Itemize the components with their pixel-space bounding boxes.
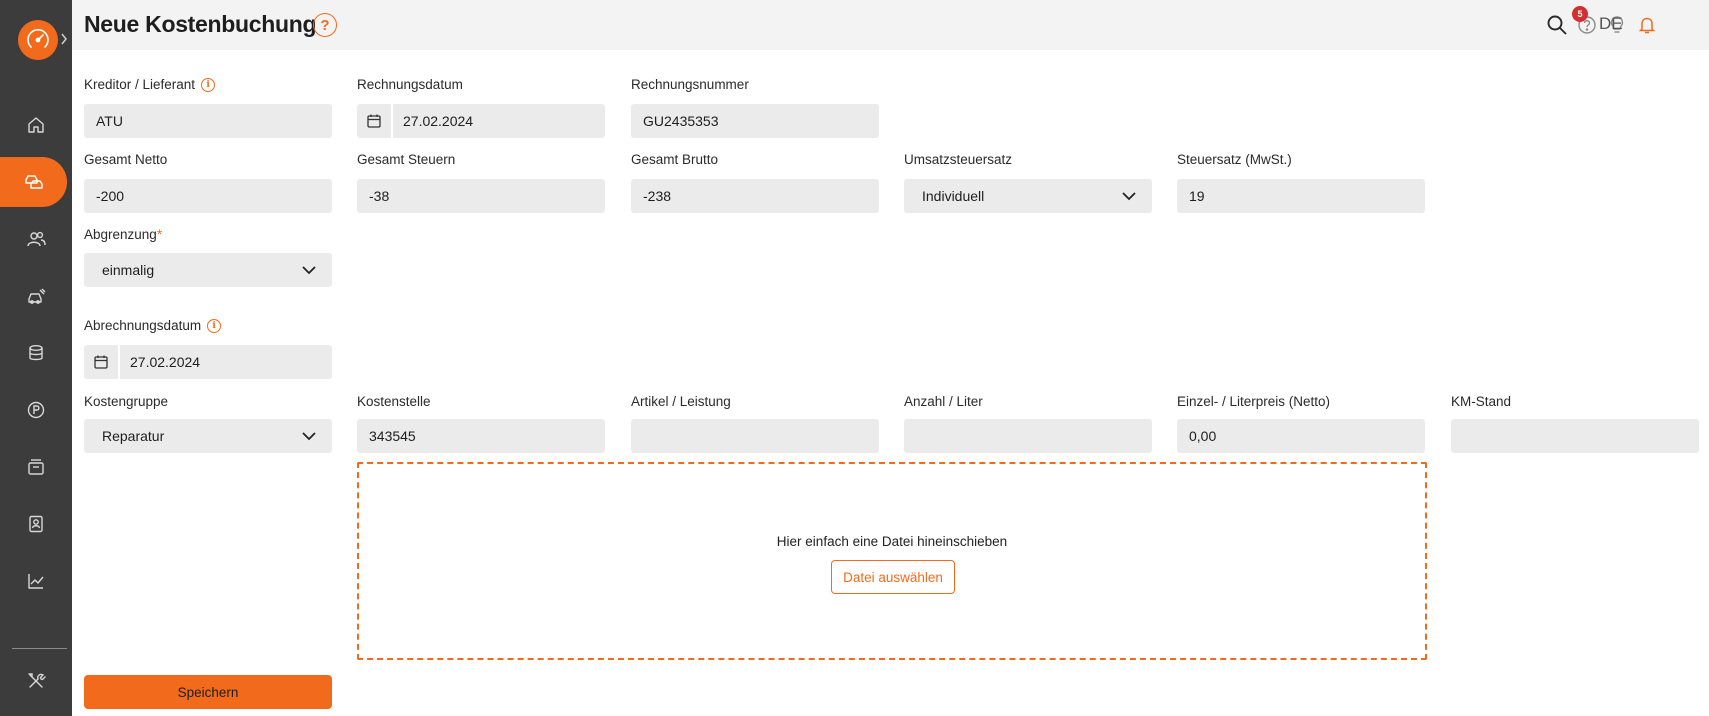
abrechnungsdatum-label: Abrechnungsdatum i	[84, 318, 222, 333]
chevron-down-icon	[302, 431, 316, 440]
file-dropzone[interactable]: Hier einfach eine Datei hineinschieben D…	[357, 462, 1427, 660]
abgrenzung-label: Abgrenzung *	[84, 227, 163, 242]
gesamt-netto-label: Gesamt Netto	[84, 152, 168, 167]
artikel-label: Artikel / Leistung	[631, 394, 731, 409]
sidebar-item-tools[interactable]	[0, 656, 72, 706]
sidebar-item-parking[interactable]	[0, 385, 72, 435]
steuersatz-label: Steuersatz (MwSt.)	[1177, 152, 1292, 167]
users-icon	[27, 231, 46, 247]
umsatzsteuersatz-select[interactable]: Individuell	[904, 179, 1152, 213]
km-stand-field[interactable]	[1451, 419, 1699, 453]
chart-icon	[28, 574, 44, 589]
umsatzsteuersatz-value: Individuell	[922, 188, 985, 204]
sidebar-item-users[interactable]	[0, 214, 72, 264]
gesamt-brutto-label: Gesamt Brutto	[631, 152, 719, 167]
speedometer-logo-icon[interactable]	[18, 20, 58, 60]
kostengruppe-label: Kostengruppe	[84, 394, 169, 409]
page-title: Neue Kostenbuchung	[84, 11, 317, 37]
sidebar-item-service[interactable]	[0, 271, 72, 321]
language-switch[interactable]: DE	[1599, 14, 1623, 34]
abrechnungsdatum-field[interactable]: 27.02.2024	[84, 345, 332, 379]
abgrenzung-select[interactable]: einmalig	[84, 253, 332, 287]
required-marker: *	[156, 227, 163, 242]
car-service-icon	[28, 288, 46, 304]
einzelpreis-label: Einzel- / Literpreis (Netto)	[1177, 394, 1331, 409]
info-icon[interactable]: i	[201, 77, 216, 92]
help-icon[interactable]: ?	[313, 13, 337, 37]
kostengruppe-select[interactable]: Reparatur	[84, 419, 332, 453]
coins-icon	[29, 345, 43, 361]
gesamt-steuern-label: Gesamt Steuern	[357, 152, 456, 167]
sidebar-item-home[interactable]	[0, 100, 72, 150]
kostenstelle-field[interactable]: 343545	[357, 419, 605, 453]
rechnungsnummer-label: Rechnungsnummer	[631, 77, 749, 92]
gesamt-brutto-field[interactable]: -238	[631, 179, 879, 213]
calendar-icon[interactable]	[357, 104, 393, 138]
choose-file-button[interactable]: Datei auswählen	[831, 560, 955, 594]
abrechnungsdatum-value: 27.02.2024	[130, 354, 201, 370]
rechnungsnummer-field[interactable]: GU2435353	[631, 104, 879, 138]
search-icon[interactable]	[1545, 13, 1569, 37]
sidebar-item-costs[interactable]	[0, 157, 67, 207]
calendar-icon[interactable]	[84, 345, 120, 379]
gesamt-netto-field[interactable]: -200	[84, 179, 332, 213]
anzahl-field[interactable]	[904, 419, 1152, 453]
chevron-down-icon	[302, 265, 316, 274]
kostengruppe-value: Reparatur	[102, 428, 165, 444]
rechnungsdatum-field[interactable]: 27.02.2024	[357, 104, 605, 138]
umsatzsteuersatz-label: Umsatzsteuersatz	[904, 152, 1013, 167]
sidebar-divider	[12, 648, 67, 649]
km-stand-label: KM-Stand	[1451, 394, 1512, 409]
sidebar	[0, 0, 72, 716]
chevron-down-icon	[1122, 191, 1136, 200]
abgrenzung-value: einmalig	[102, 262, 155, 278]
notification-badge: 5	[1572, 6, 1588, 22]
chevron-right-icon[interactable]	[58, 31, 70, 47]
artikel-field[interactable]	[631, 419, 879, 453]
kostenstelle-label: Kostenstelle	[357, 394, 431, 409]
dropzone-text: Hier einfach eine Datei hineinschieben	[776, 534, 1008, 549]
home-icon	[28, 117, 44, 133]
tools-icon	[28, 673, 46, 688]
calendar-stack-icon	[28, 459, 44, 475]
rechnungsdatum-value: 27.02.2024	[403, 113, 474, 129]
car-stack-icon	[24, 175, 43, 189]
anzahl-label: Anzahl / Liter	[904, 394, 983, 409]
bell-icon[interactable]	[1635, 13, 1659, 37]
rechnungsdatum-label: Rechnungsdatum	[357, 77, 463, 92]
info-icon[interactable]: i	[207, 318, 222, 333]
contact-card-icon	[29, 515, 43, 533]
kreditor-field[interactable]: ATU	[84, 104, 332, 138]
kreditor-label: Kreditor / Lieferant i	[84, 77, 216, 92]
sidebar-item-finance[interactable]	[0, 328, 72, 378]
gesamt-steuern-field[interactable]: -38	[357, 179, 605, 213]
sidebar-item-calendar[interactable]	[0, 442, 72, 492]
sidebar-item-contacts[interactable]	[0, 499, 72, 549]
top-header: Neue Kostenbuchung ? 5 DE	[72, 0, 1709, 50]
parking-icon	[27, 401, 45, 419]
einzelpreis-field[interactable]: 0,00	[1177, 419, 1425, 453]
sidebar-item-reports[interactable]	[0, 556, 72, 606]
save-button[interactable]: Speichern	[84, 675, 332, 709]
steuersatz-field[interactable]: 19	[1177, 179, 1425, 213]
